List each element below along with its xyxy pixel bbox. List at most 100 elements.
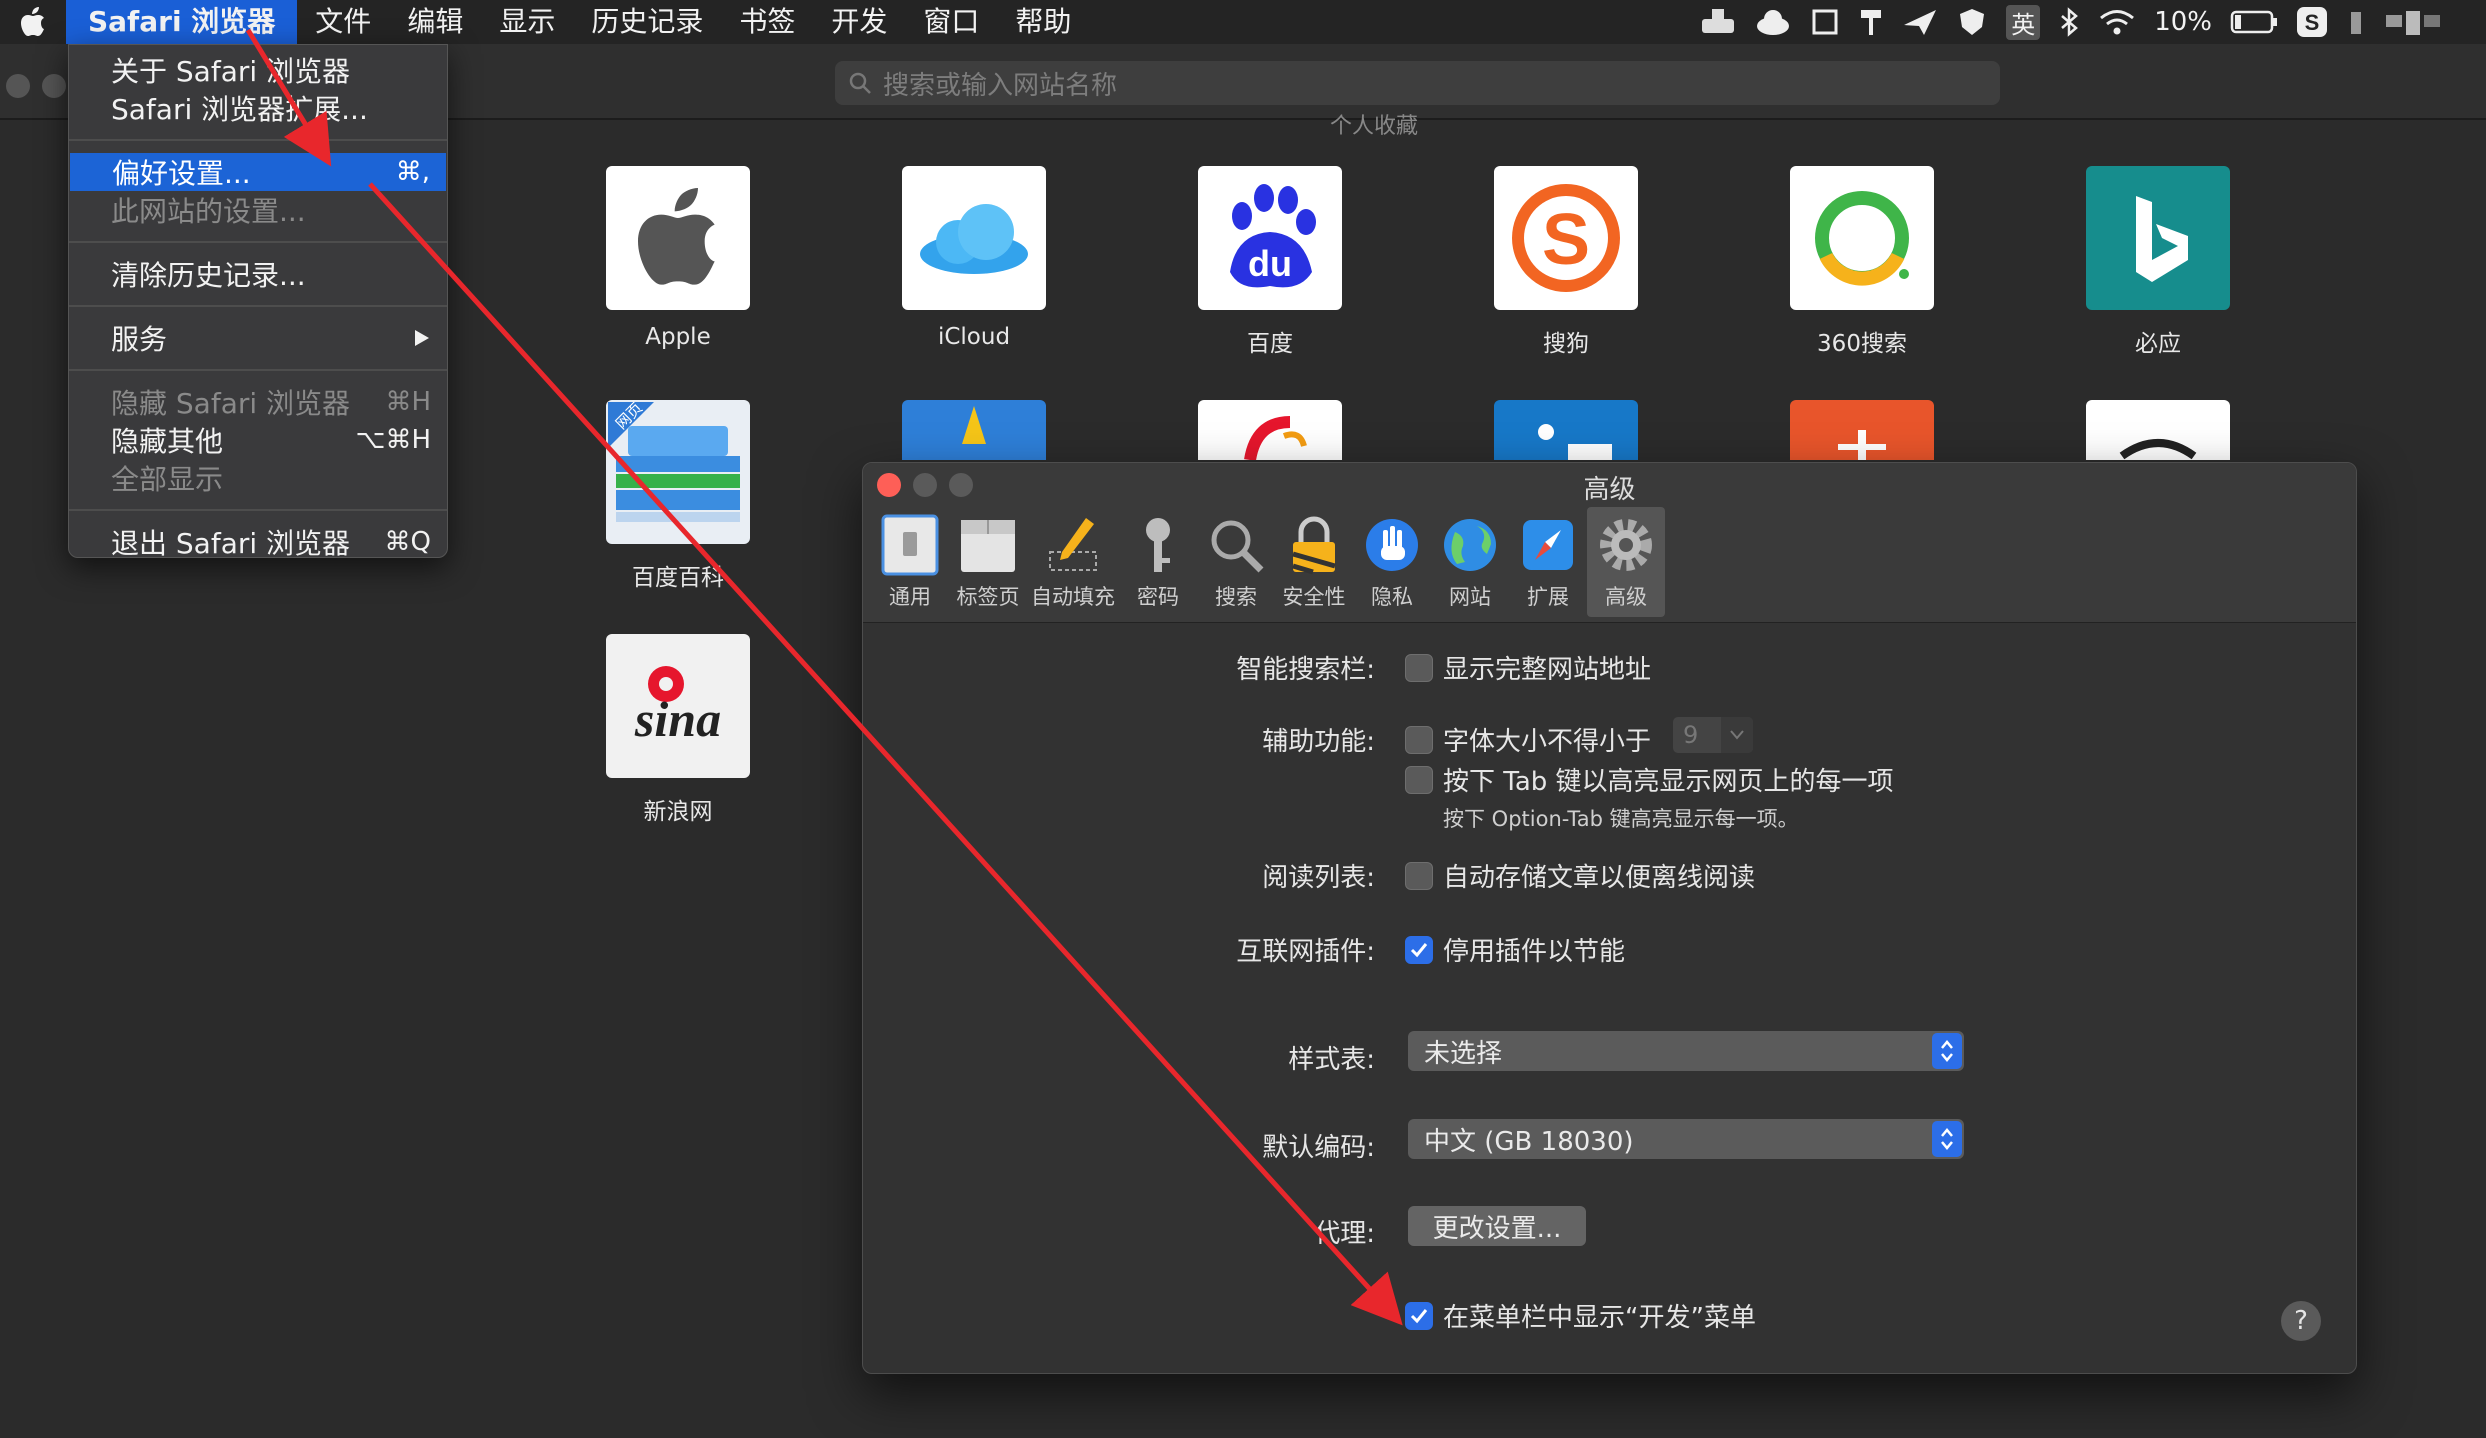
tab-websites[interactable]: 网站 bbox=[1431, 507, 1509, 617]
accessibility-label: 辅助功能: bbox=[1262, 727, 1375, 757]
favorite-sina[interactable]: sina 新浪网 bbox=[578, 634, 778, 826]
menu-services[interactable]: 服务 bbox=[69, 319, 447, 357]
help-button[interactable]: ? bbox=[2281, 1301, 2321, 1341]
updown-arrows-icon bbox=[1932, 1033, 1962, 1069]
battery-percent[interactable]: 10% bbox=[2154, 0, 2212, 44]
menu-view[interactable]: 显示 bbox=[481, 0, 573, 44]
favorite-bing[interactable]: 必应 bbox=[2058, 166, 2258, 358]
tab-security[interactable]: 安全性 bbox=[1275, 507, 1353, 617]
sogou-status-icon[interactable]: S bbox=[2296, 0, 2328, 44]
cloud-status-icon[interactable] bbox=[1754, 0, 1792, 44]
favorite-icloud[interactable]: iCloud bbox=[874, 166, 1074, 350]
bar-status-icon[interactable] bbox=[2346, 0, 2366, 44]
bluetooth-icon[interactable] bbox=[2058, 0, 2080, 44]
menu-history[interactable]: 历史记录 bbox=[573, 0, 721, 44]
address-bar[interactable]: 搜索或输入网站名称 bbox=[835, 61, 2000, 105]
tab-general[interactable]: 通用 bbox=[871, 507, 949, 617]
menu-hide-others[interactable]: 隐藏其他 ⌥⌘H bbox=[69, 421, 447, 459]
develop-menu-checkbox[interactable] bbox=[1405, 1301, 1433, 1330]
battery-icon[interactable] bbox=[2230, 0, 2278, 44]
baike-logo-icon: 网页 bbox=[606, 400, 750, 544]
favorite-weibo[interactable] bbox=[1170, 400, 1370, 460]
menu-quit-safari[interactable]: 退出 Safari 浏览器 ⌘Q bbox=[69, 523, 447, 561]
weibo-logo-icon bbox=[1198, 400, 1342, 460]
change-proxy-button[interactable]: 更改设置... bbox=[1408, 1206, 1586, 1246]
wifi-icon[interactable] bbox=[2098, 0, 2136, 44]
menu-clear-history[interactable]: 清除历史记录... bbox=[69, 255, 447, 293]
app-status-icon[interactable] bbox=[1700, 0, 1736, 44]
favorite-linkedin[interactable] bbox=[1466, 400, 1666, 460]
encoding-popup[interactable]: 中文 (GB 18030) bbox=[1408, 1119, 1964, 1159]
tab-search[interactable]: 搜索 bbox=[1197, 507, 1275, 617]
preferences-titlebar: 高级 通用 标签页 自动填充 密码 搜索 安全性 隐私 网站 扩展 高级 bbox=[863, 463, 2356, 623]
favorite-label: iCloud bbox=[937, 324, 1011, 350]
proxy-label: 代理: bbox=[1314, 1219, 1375, 1249]
favorite-baidu[interactable]: du 百度 bbox=[1170, 166, 1370, 358]
menu-separator bbox=[69, 139, 447, 141]
bing-logo-icon bbox=[2086, 166, 2230, 310]
menu-file[interactable]: 文件 bbox=[297, 0, 389, 44]
favorite-label: 必应 bbox=[2135, 331, 2181, 357]
favorite-tripadvisor[interactable] bbox=[2058, 400, 2258, 460]
window-status-icon[interactable] bbox=[1810, 0, 1840, 44]
input-method-icon[interactable]: 英 bbox=[2006, 0, 2041, 44]
save-articles-option[interactable]: 自动存储文章以便离线阅读 bbox=[1405, 857, 1755, 894]
apple-menu-icon[interactable] bbox=[0, 7, 66, 37]
owl-logo-icon bbox=[2086, 400, 2230, 460]
favorite-sogou[interactable]: S 搜狗 bbox=[1466, 166, 1666, 358]
menu-separator bbox=[69, 509, 447, 511]
stylesheet-label: 样式表: bbox=[1288, 1045, 1375, 1075]
stylesheet-popup[interactable]: 未选择 bbox=[1408, 1031, 1964, 1071]
tab-advanced[interactable]: 高级 bbox=[1587, 507, 1665, 617]
svg-text:du: du bbox=[1248, 243, 1292, 284]
min-font-checkbox[interactable] bbox=[1405, 725, 1433, 754]
stop-plugins-option[interactable]: 停用插件以节能 bbox=[1405, 931, 1625, 968]
save-articles-checkbox[interactable] bbox=[1405, 861, 1433, 890]
tab-extensions[interactable]: 扩展 bbox=[1509, 507, 1587, 617]
show-full-address-option[interactable]: 显示完整网站地址 bbox=[1405, 649, 1651, 686]
tab-highlight-option[interactable]: 按下 Tab 键以高亮显示网页上的每一项 bbox=[1405, 761, 1894, 798]
apple-logo-icon bbox=[606, 166, 750, 310]
min-font-size-popup: 9 bbox=[1673, 717, 1753, 753]
window-close-button[interactable] bbox=[6, 74, 30, 98]
min-font-option[interactable]: 字体大小不得小于 bbox=[1405, 721, 1651, 758]
send-status-icon[interactable] bbox=[1902, 0, 1938, 44]
favorite-apple[interactable]: Apple bbox=[578, 166, 778, 350]
tab-privacy[interactable]: 隐私 bbox=[1353, 507, 1431, 617]
tab-highlight-checkbox[interactable] bbox=[1405, 765, 1433, 794]
favorite-label: 新浪网 bbox=[643, 799, 713, 825]
favorite-360[interactable]: 360搜索 bbox=[1762, 166, 1962, 358]
menu-edit[interactable]: 编辑 bbox=[389, 0, 481, 44]
preferences-window: 高级 通用 标签页 自动填充 密码 搜索 安全性 隐私 网站 扩展 高级 智能搜… bbox=[862, 462, 2357, 1374]
menu-hide-safari: 隐藏 Safari 浏览器 ⌘H bbox=[111, 387, 431, 420]
compass-icon bbox=[1513, 513, 1583, 577]
menu-about-safari[interactable]: 关于 Safari 浏览器 bbox=[69, 51, 447, 89]
menu-develop[interactable]: 开发 bbox=[813, 0, 905, 44]
favorite-label: 百度 bbox=[1247, 331, 1293, 357]
blocks-status-icon[interactable] bbox=[2384, 0, 2456, 44]
menu-help[interactable]: 帮助 bbox=[997, 0, 1089, 44]
pin-status-icon[interactable] bbox=[1858, 0, 1884, 44]
menu-safari[interactable]: Safari 浏览器 bbox=[66, 0, 298, 44]
favorite-baike[interactable]: 网页 百度百科 bbox=[578, 400, 778, 592]
menu-window[interactable]: 窗口 bbox=[905, 0, 997, 44]
develop-menu-option[interactable]: 在菜单栏中显示“开发”菜单 bbox=[1405, 1297, 1756, 1334]
search-icon bbox=[849, 72, 871, 94]
show-full-address-checkbox[interactable] bbox=[1405, 653, 1433, 682]
shield-status-icon[interactable] bbox=[1956, 0, 1988, 44]
address-placeholder: 搜索或输入网站名称 bbox=[883, 70, 1118, 101]
updown-arrows-icon bbox=[1932, 1121, 1962, 1157]
safari-app-menu: 关于 Safari 浏览器 Safari 浏览器扩展... 偏好设置... ⌘, … bbox=[68, 44, 448, 561]
menu-preferences[interactable]: 偏好设置... ⌘, bbox=[70, 153, 446, 191]
tab-tabs[interactable]: 标签页 bbox=[949, 507, 1027, 617]
stop-plugins-checkbox[interactable] bbox=[1405, 935, 1433, 964]
reading-list-label: 阅读列表: bbox=[1262, 863, 1375, 893]
favorite-orange[interactable] bbox=[1762, 400, 1962, 460]
menu-bookmarks[interactable]: 书签 bbox=[721, 0, 813, 44]
favorite-star[interactable] bbox=[874, 400, 1074, 460]
tab-autofill[interactable]: 自动填充 bbox=[1027, 507, 1119, 617]
tab-passwords[interactable]: 密码 bbox=[1119, 507, 1197, 617]
menu-safari-extensions[interactable]: Safari 浏览器扩展... bbox=[69, 89, 447, 127]
window-minimize-button[interactable] bbox=[42, 74, 66, 98]
tabs-icon bbox=[953, 513, 1023, 577]
